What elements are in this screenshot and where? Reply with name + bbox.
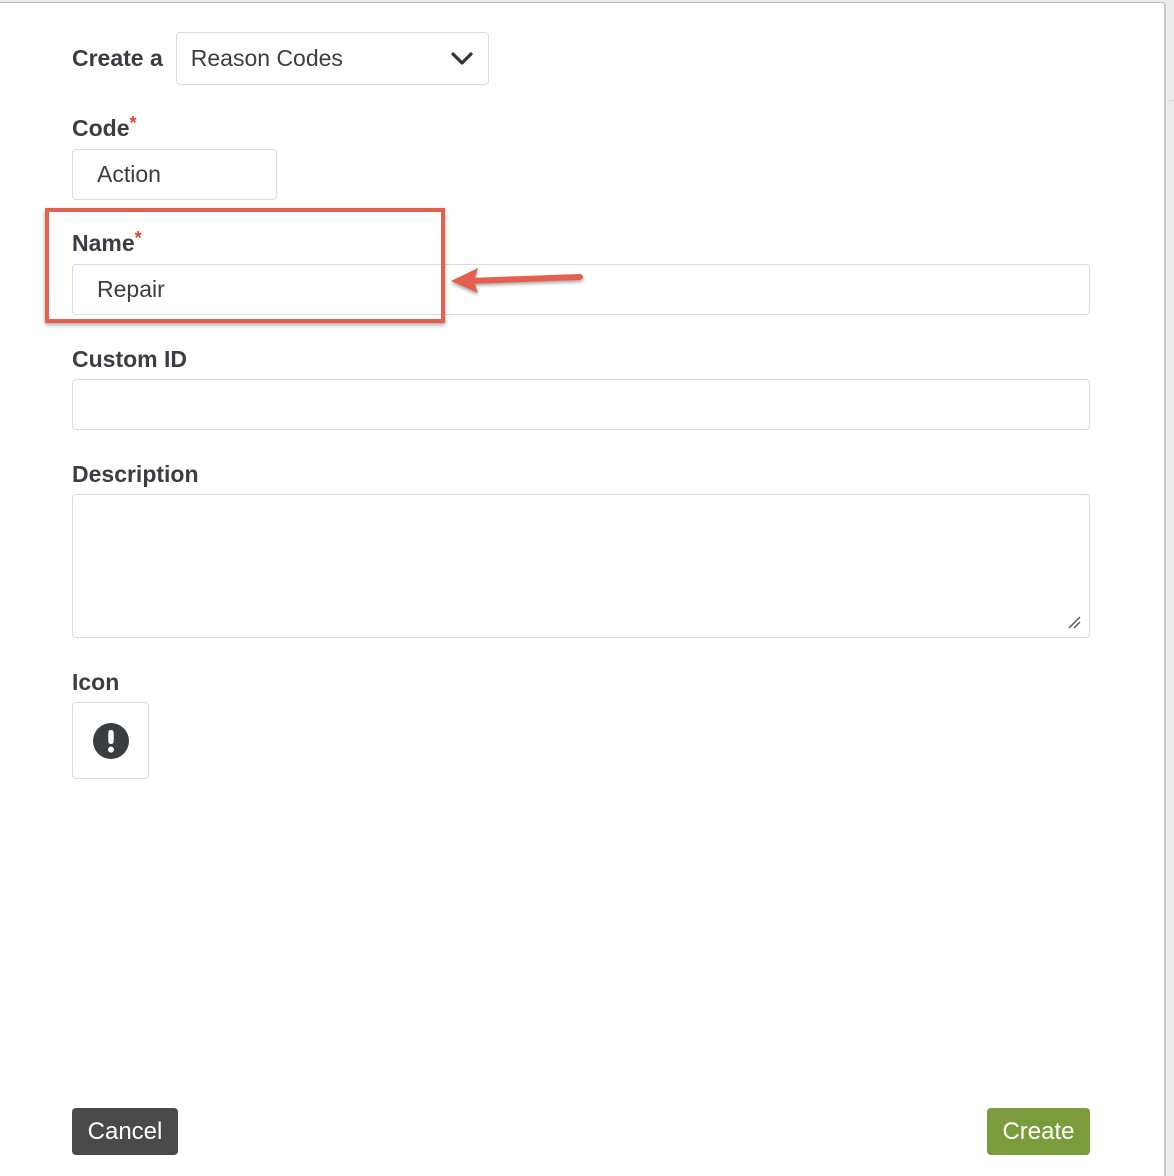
exclamation-circle-icon: [92, 722, 129, 759]
name-input[interactable]: Repair: [72, 264, 1090, 315]
custom-id-label: Custom ID: [72, 346, 187, 372]
description-label: Description: [72, 461, 199, 487]
create-button[interactable]: Create: [987, 1108, 1090, 1155]
code-label: Code*: [72, 113, 137, 142]
custom-id-input[interactable]: [72, 379, 1090, 430]
description-textarea[interactable]: [72, 494, 1090, 638]
code-label-text: Code: [72, 115, 130, 141]
name-label: Name*: [72, 228, 142, 257]
required-marker: *: [134, 228, 142, 248]
required-marker: *: [129, 113, 137, 133]
backdrop-divider: [1169, 100, 1174, 101]
resize-grip-icon[interactable]: [1067, 615, 1081, 629]
create-type-row: Create a Reason Codes: [72, 31, 489, 85]
cancel-button[interactable]: Cancel: [72, 1108, 178, 1155]
type-select-value: Reason Codes: [190, 44, 343, 71]
code-input[interactable]: Action: [72, 149, 277, 200]
name-input-value: Repair: [97, 276, 165, 302]
icon-label: Icon: [72, 669, 120, 695]
create-label: Create a: [72, 44, 163, 71]
type-select[interactable]: Reason Codes: [175, 31, 489, 85]
chevron-down-icon: [451, 51, 473, 65]
create-modal: Create a Reason Codes Code* Action Name*…: [0, 2, 1166, 1176]
code-input-value: Action: [97, 161, 161, 187]
name-label-text: Name: [72, 230, 135, 256]
icon-picker[interactable]: [72, 702, 149, 779]
